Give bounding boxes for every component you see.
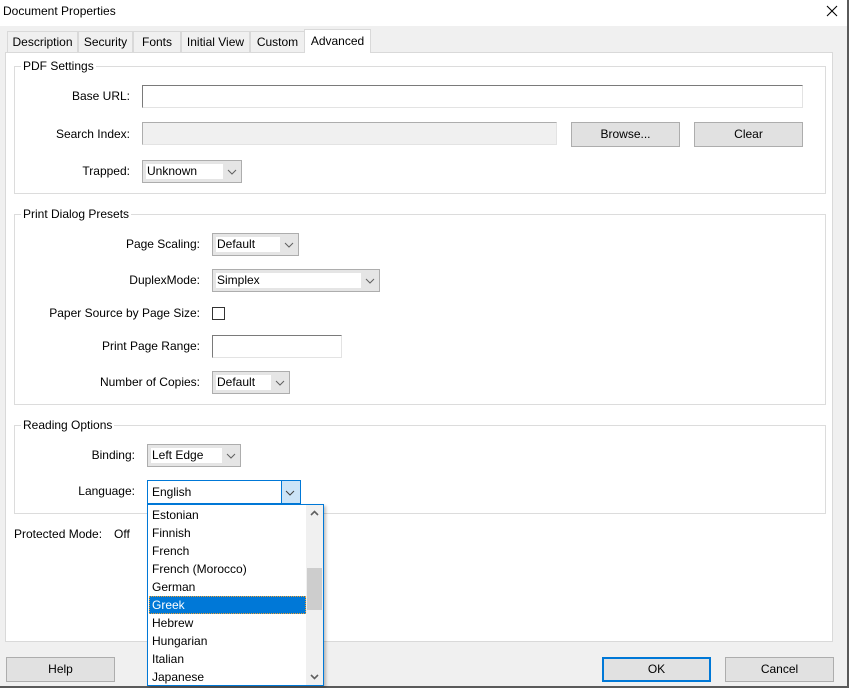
binding-value: Left Edge — [151, 448, 222, 463]
protected-mode-value: Off — [114, 527, 130, 541]
print-page-range-label: Print Page Range: — [101, 339, 200, 353]
ok-button[interactable]: OK — [602, 657, 711, 682]
browse-button[interactable]: Browse... — [571, 122, 680, 147]
search-index-input — [142, 122, 557, 145]
trapped-select[interactable]: Unknown — [142, 160, 242, 183]
binding-select[interactable]: Left Edge — [147, 444, 241, 467]
page-scaling-value: Default — [216, 237, 280, 252]
chevron-down-icon — [281, 481, 300, 503]
base-url-input[interactable] — [142, 85, 803, 108]
scroll-down-arrow[interactable] — [306, 668, 323, 685]
language-option-greek[interactable]: Greek — [149, 596, 306, 614]
chevron-down-icon — [280, 234, 298, 255]
print-presets-title: Print Dialog Presets — [21, 207, 132, 221]
duplex-mode-select[interactable]: Simplex — [212, 269, 380, 292]
tab-fonts[interactable]: Fonts — [133, 31, 181, 52]
dropdown-scrollbar[interactable] — [306, 505, 323, 685]
language-option-italian[interactable]: Italian — [149, 650, 306, 668]
title-bar — [0, 0, 847, 26]
reading-options-title: Reading Options — [21, 418, 115, 432]
duplex-mode-label: DuplexMode: — [129, 273, 200, 287]
chevron-down-icon — [223, 161, 241, 182]
language-option-estonian[interactable]: Estonian — [149, 506, 306, 524]
clear-button[interactable]: Clear — [694, 122, 803, 147]
chevron-down-icon — [222, 445, 240, 466]
number-of-copies-value: Default — [216, 375, 271, 390]
close-icon — [826, 5, 838, 17]
tab-description[interactable]: Description — [7, 31, 78, 52]
language-label: Language: — [78, 484, 135, 498]
paper-source-label: Paper Source by Page Size: — [49, 306, 200, 320]
language-option-german[interactable]: German — [149, 578, 306, 596]
tab-custom[interactable]: Custom — [250, 31, 305, 52]
duplex-mode-value: Simplex — [216, 273, 361, 288]
print-page-range-input[interactable] — [212, 335, 342, 358]
language-value: English — [151, 485, 282, 500]
number-of-copies-select[interactable]: Default — [212, 371, 290, 394]
page-scaling-select[interactable]: Default — [212, 233, 299, 256]
trapped-label: Trapped: — [82, 164, 130, 178]
reading-options-group — [14, 425, 826, 514]
scroll-up-arrow[interactable] — [306, 505, 323, 522]
window-title: Document Properties — [3, 4, 116, 18]
language-option-japanese[interactable]: Japanese — [149, 668, 306, 686]
pdf-settings-title: PDF Settings — [21, 59, 96, 73]
chevron-down-icon — [310, 674, 319, 680]
binding-label: Binding: — [91, 448, 135, 462]
number-of-copies-label: Number of Copies: — [99, 375, 200, 389]
paper-source-checkbox[interactable] — [212, 307, 225, 320]
tab-initial-view[interactable]: Initial View — [181, 31, 250, 52]
base-url-label: Base URL: — [71, 89, 130, 103]
chevron-up-icon — [310, 510, 319, 516]
language-option-french[interactable]: French — [149, 542, 306, 560]
language-select[interactable]: English — [147, 480, 301, 504]
page-scaling-label: Page Scaling: — [125, 237, 200, 251]
close-button[interactable] — [822, 2, 842, 22]
scrollbar-thumb[interactable] — [307, 568, 322, 610]
cancel-button[interactable]: Cancel — [725, 657, 834, 682]
search-index-label: Search Index: — [55, 127, 130, 141]
chevron-down-icon — [361, 270, 379, 291]
language-option-hebrew[interactable]: Hebrew — [149, 614, 306, 632]
language-option-french-morocco[interactable]: French (Morocco) — [149, 560, 306, 578]
trapped-value: Unknown — [146, 164, 223, 179]
language-option-finnish[interactable]: Finnish — [149, 524, 306, 542]
chevron-down-icon — [271, 372, 289, 393]
language-dropdown-list[interactable]: Estonian Finnish French French (Morocco)… — [147, 504, 324, 686]
tab-advanced[interactable]: Advanced — [304, 29, 371, 53]
language-option-hungarian[interactable]: Hungarian — [149, 632, 306, 650]
protected-mode-label: Protected Mode: — [14, 527, 103, 541]
tab-security[interactable]: Security — [78, 31, 133, 52]
help-button[interactable]: Help — [6, 657, 115, 682]
